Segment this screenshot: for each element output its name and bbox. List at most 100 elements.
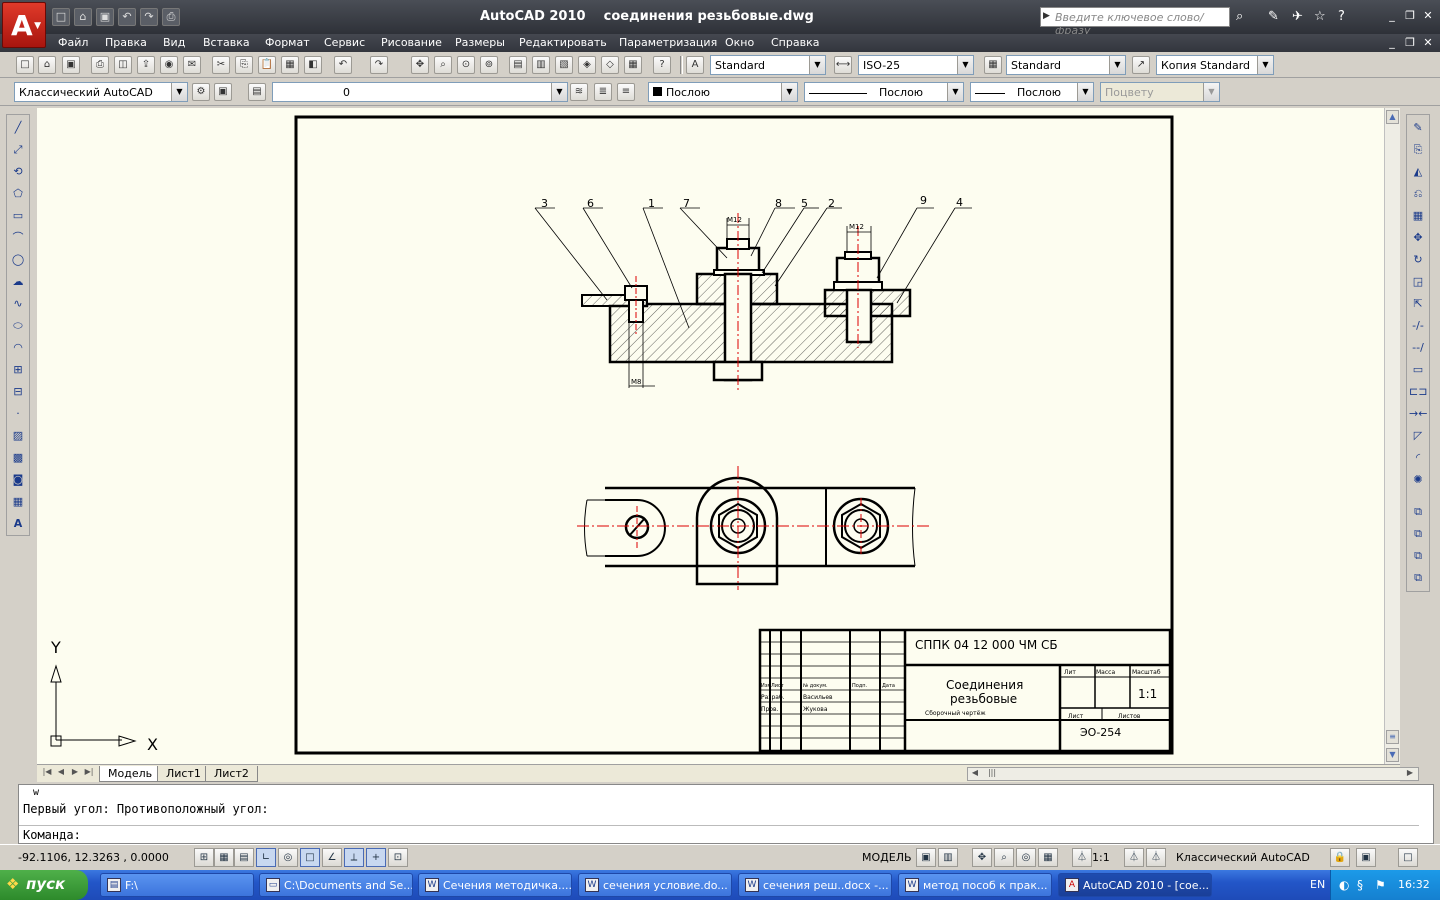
language-indicator[interactable]: EN	[1310, 878, 1325, 891]
tab-model[interactable]: Модель	[99, 766, 162, 782]
object-snap-icon[interactable]: □	[300, 848, 320, 867]
construction-line-icon[interactable]: ⤢	[9, 141, 27, 159]
paste-icon[interactable]: 📋	[258, 56, 276, 74]
tray-security-icon[interactable]: ⚑	[1375, 878, 1386, 892]
ortho-icon[interactable]: ∟	[256, 848, 276, 867]
scroll-right-icon[interactable]: ▶	[1404, 768, 1416, 781]
extend-icon[interactable]: --/	[1409, 339, 1427, 357]
grid-icon[interactable]: ▤	[234, 848, 254, 867]
communication-center-icon[interactable]: ✎	[1268, 9, 1279, 24]
help-tool-icon[interactable]: ?	[653, 56, 671, 74]
trim-icon[interactable]: -/-	[1409, 317, 1427, 335]
mirror-icon[interactable]: ◭	[1409, 163, 1427, 181]
infer-constraints-icon[interactable]: ⊞	[194, 848, 214, 867]
pan-icon[interactable]: ✥	[411, 56, 429, 74]
spline-icon[interactable]: ∿	[9, 295, 27, 313]
chevron-down-icon[interactable]: ▼	[1109, 56, 1125, 74]
chevron-down-icon[interactable]: ▼	[809, 56, 825, 74]
zoom-status-icon[interactable]: ⌕	[994, 848, 1014, 867]
menu-file[interactable]: Файл	[58, 36, 88, 49]
zoom-window-icon[interactable]: ⊙	[457, 56, 475, 74]
annotation-scale-icon[interactable]: ⏃	[1072, 848, 1092, 867]
open-file-icon[interactable]: ⌂	[38, 56, 56, 74]
favorites-icon[interactable]: ☆	[1314, 9, 1326, 24]
multileader-style-icon[interactable]: ↗	[1132, 56, 1150, 74]
menu-help[interactable]: Справка	[771, 36, 819, 49]
taskbar-item-autocad[interactable]: A AutoCAD 2010 - [сое...	[1058, 873, 1212, 897]
design-center-icon[interactable]: ▥	[532, 56, 550, 74]
table-style-select[interactable]: Standard ▼	[1006, 55, 1126, 75]
workspace-select[interactable]: Классический AutoCAD ▼	[14, 82, 188, 102]
steering-wheel-icon[interactable]: ◎	[1016, 848, 1036, 867]
3d-dwf-icon[interactable]: ◉	[160, 56, 178, 74]
print-icon[interactable]: ⎙	[91, 56, 109, 74]
taskbar-item-word3[interactable]: Wсечения реш..docx -...	[738, 873, 892, 897]
text-style-select[interactable]: Standard ▼	[710, 55, 826, 75]
chevron-down-icon[interactable]: ▼	[781, 83, 797, 101]
lock-icon[interactable]: 🔒	[1330, 848, 1350, 867]
taskbar-item-explorer[interactable]: ▤ F:\	[100, 873, 254, 897]
region-icon[interactable]: ◙	[9, 471, 27, 489]
hatch-icon[interactable]: ▨	[9, 427, 27, 445]
publish-icon[interactable]: ⇪	[137, 56, 155, 74]
properties-icon[interactable]: ▤	[509, 56, 527, 74]
model-space-canvas[interactable]: 3 6 1 7 8 5 2 9 4 M12 M12 M8 СППК 04 12 …	[37, 108, 1399, 764]
vertical-scrollbar[interactable]: ▲ ≡ ▼	[1384, 108, 1400, 764]
menu-insert[interactable]: Вставка	[203, 36, 250, 49]
taskbar-item-word4[interactable]: Wметод пособ к прак...	[898, 873, 1052, 897]
lineweight-select[interactable]: Послою ▼	[970, 82, 1094, 102]
save-icon[interactable]: ▣	[96, 8, 114, 26]
layer-previous-icon[interactable]: ≣	[594, 83, 612, 101]
block-editor-icon[interactable]: ◧	[304, 56, 322, 74]
sheet-set-icon[interactable]: ◈	[578, 56, 596, 74]
ellipse-icon[interactable]: ⬭	[9, 317, 27, 335]
workspace-save-icon[interactable]: ▣	[214, 83, 232, 101]
workspace-switch[interactable]: Классический AutoCAD	[1176, 851, 1310, 864]
horizontal-scrollbar[interactable]: ◀ ||| ▶	[967, 767, 1419, 781]
help-icon[interactable]: ?	[1338, 9, 1345, 24]
tray-network-icon[interactable]: §	[1357, 878, 1363, 892]
chevron-down-icon[interactable]: ▼	[1077, 83, 1093, 101]
offset-icon[interactable]: ⎌	[1409, 185, 1427, 203]
undo-icon[interactable]: ↶	[118, 8, 136, 26]
polygon-icon[interactable]: ⬠	[9, 185, 27, 203]
scroll-down-icon[interactable]: ▼	[1386, 748, 1399, 762]
taskbar-item-folder[interactable]: ▭ C:\Documents and Se...	[259, 873, 413, 897]
make-current-layer-icon[interactable]: ≋	[570, 83, 588, 101]
object-snap-tracking-icon[interactable]: ⟂	[344, 848, 364, 867]
menu-tools[interactable]: Сервис	[324, 36, 365, 49]
rectangle-icon[interactable]: ▭	[9, 207, 27, 225]
menu-format[interactable]: Формат	[265, 36, 310, 49]
doc-minimize-icon[interactable]: _	[1386, 37, 1398, 49]
zoom-realtime-icon[interactable]: ⌕	[434, 56, 452, 74]
dynamic-ucs-icon[interactable]: +	[366, 848, 386, 867]
hardware-acceleration-icon[interactable]: ▣	[1356, 848, 1376, 867]
menu-modify[interactable]: Редактировать	[519, 36, 607, 49]
redo-tool-icon[interactable]: ↷	[370, 56, 388, 74]
menu-parametric[interactable]: Параметризация	[619, 36, 717, 49]
command-line[interactable]: w Первый угол: Противоположный угол: Ком…	[18, 784, 1434, 844]
calculator-icon[interactable]: ▦	[624, 56, 642, 74]
array-icon[interactable]: ▦	[1409, 207, 1427, 225]
match-properties-icon[interactable]: ▦	[281, 56, 299, 74]
qnew-icon[interactable]: □	[16, 56, 34, 74]
search-input[interactable]: Введите ключевое слово/фразу	[1040, 7, 1230, 37]
undo-tool-icon[interactable]: ↶	[334, 56, 352, 74]
gradient-icon[interactable]: ▩	[9, 449, 27, 467]
showmotion-icon[interactable]: ▦	[1038, 848, 1058, 867]
ellipse-arc-icon[interactable]: ◠	[9, 339, 27, 357]
redo-icon[interactable]: ↷	[140, 8, 158, 26]
markup-icon[interactable]: ◇	[601, 56, 619, 74]
explode-icon[interactable]: ✺	[1409, 471, 1427, 489]
copy-icon[interactable]: ⎘	[235, 56, 253, 74]
first-tab-icon[interactable]: |◀	[41, 767, 53, 780]
break-at-point-icon[interactable]: ▭	[1409, 361, 1427, 379]
next-tab-icon[interactable]: ▶	[69, 767, 81, 780]
linetype-select[interactable]: Послою ▼	[804, 82, 964, 102]
open-icon[interactable]: ⌂	[74, 8, 92, 26]
multileader-style-select[interactable]: Копия Standard ▼	[1156, 55, 1274, 75]
last-tab-icon[interactable]: ▶|	[83, 767, 95, 780]
fillet-icon[interactable]: ◜	[1409, 449, 1427, 467]
tool-palettes-icon[interactable]: ▧	[555, 56, 573, 74]
line-icon[interactable]: ╱	[9, 119, 27, 137]
